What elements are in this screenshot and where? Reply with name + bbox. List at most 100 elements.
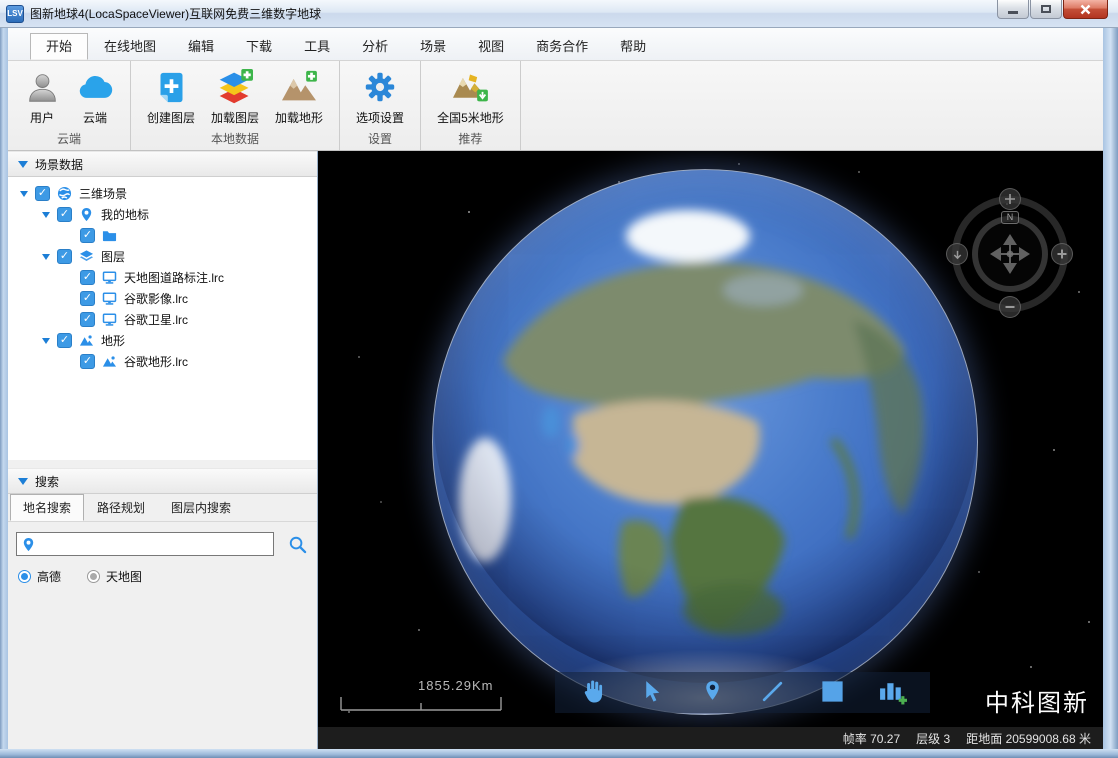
scene-tree: ✓三维场景✓我的地标✓✓图层✓天地图道路标注.lrc✓谷歌影像.lrc✓谷歌卫星…	[8, 177, 317, 460]
radio-label: 高德	[37, 568, 61, 585]
tree-item-label: 地形	[101, 332, 125, 349]
用户-button[interactable]: 用户	[16, 63, 68, 130]
compass-north-badge[interactable]: N	[1001, 211, 1019, 224]
tree-checkbox[interactable]: ✓	[35, 186, 50, 201]
创建图层-button[interactable]: 创建图层	[139, 63, 203, 130]
arrow-down-icon	[952, 249, 963, 260]
map-viewport[interactable]: N 1855.29Km 中科图新	[318, 151, 1103, 727]
globe-icon	[57, 186, 73, 202]
expand-triangle-icon[interactable]	[20, 191, 28, 197]
navigation-compass[interactable]: N	[950, 194, 1070, 314]
search-tab-1[interactable]: 路径规划	[84, 494, 158, 521]
china-terrain-icon	[451, 67, 489, 107]
tree-item[interactable]: ✓谷歌影像.lrc	[8, 288, 317, 309]
minimize-icon	[1008, 11, 1018, 14]
select-cursor-tool-button[interactable]	[633, 675, 673, 711]
tree-checkbox[interactable]: ✓	[57, 333, 72, 348]
选项设置-button[interactable]: 选项设置	[348, 63, 412, 130]
altitude-label: 距地面	[966, 732, 1002, 746]
ribbon-tab-0[interactable]: 开始	[30, 33, 88, 60]
ribbon-group-label: 本地数据	[139, 130, 331, 150]
ribbon-tab-3[interactable]: 下载	[230, 33, 288, 60]
radio-dot	[21, 573, 28, 580]
tree-item[interactable]: ✓我的地标	[8, 204, 317, 225]
tree-item[interactable]: ✓谷歌地形.lrc	[8, 351, 317, 372]
tree-checkbox[interactable]: ✓	[80, 312, 95, 327]
maximize-button[interactable]	[1030, 0, 1062, 19]
search-tab-0[interactable]: 地名搜索	[10, 494, 84, 521]
fps-readout: 帧率 70.27	[843, 730, 900, 747]
expand-triangle-icon[interactable]	[42, 254, 50, 260]
tree-checkbox[interactable]: ✓	[80, 228, 95, 243]
tree-checkbox[interactable]: ✓	[80, 291, 95, 306]
ribbon-tab-4[interactable]: 工具	[288, 33, 346, 60]
ribbon-tab-8[interactable]: 商务合作	[520, 33, 604, 60]
minus-icon	[1004, 301, 1016, 313]
radio-circle-icon	[87, 570, 100, 583]
云端-button[interactable]: 云端	[68, 63, 122, 130]
ribbon-button-label: 加载图层	[211, 109, 259, 126]
ribbon-tab-2[interactable]: 编辑	[172, 33, 230, 60]
hand-tool-button[interactable]	[573, 675, 613, 711]
scene-data-header[interactable]: 场景数据	[8, 151, 317, 177]
search-input-row	[8, 522, 317, 560]
starfield	[318, 151, 320, 153]
search-tab-2[interactable]: 图层内搜索	[158, 494, 244, 521]
tree-item[interactable]: ✓三维场景	[8, 183, 317, 204]
window-border-left	[0, 28, 8, 749]
pan-arrows-icon	[988, 232, 1032, 276]
tree-checkbox[interactable]: ✓	[57, 207, 72, 222]
tree-item[interactable]: ✓ 地形	[8, 330, 317, 351]
search-header[interactable]: 搜索	[8, 468, 317, 494]
compass-left-button[interactable]	[946, 243, 968, 265]
tree-item[interactable]: ✓天地图道路标注.lrc	[8, 267, 317, 288]
tree-item[interactable]: ✓谷歌卫星.lrc	[8, 309, 317, 330]
watermark: 中科图新	[985, 683, 1089, 718]
ribbon-button-label: 云端	[83, 109, 107, 126]
hand-tool-icon	[579, 678, 606, 708]
panel-gap	[8, 460, 317, 468]
compass-top-button[interactable]	[999, 188, 1021, 210]
close-button[interactable]	[1063, 0, 1108, 19]
radio-0[interactable]: 高德	[18, 568, 61, 585]
line-tool-button[interactable]	[752, 675, 792, 711]
tree-checkbox[interactable]: ✓	[80, 354, 95, 369]
terrain-icon	[102, 354, 118, 370]
tree-checkbox[interactable]: ✓	[57, 249, 72, 264]
collapse-triangle-icon[interactable]	[18, 161, 28, 168]
ribbon-tab-6[interactable]: 场景	[404, 33, 462, 60]
tree-item[interactable]: ✓	[8, 225, 317, 246]
ribbon-tab-9[interactable]: 帮助	[604, 33, 662, 60]
search-button[interactable]	[288, 535, 307, 554]
scale-bar	[340, 696, 502, 712]
expand-triangle-icon[interactable]	[42, 212, 50, 218]
compass-zoom-out-button[interactable]	[999, 296, 1021, 318]
compass-zoom-in-button[interactable]	[1051, 243, 1073, 265]
加载图层-button[interactable]: 加载图层	[203, 63, 267, 130]
cloud-icon	[76, 67, 114, 107]
ribbon-group-label: 云端	[16, 130, 122, 150]
stats-tool-button[interactable]	[872, 675, 912, 711]
rectangle-tool-button[interactable]	[812, 675, 852, 711]
expand-triangle-icon[interactable]	[42, 338, 50, 344]
minimize-button[interactable]	[997, 0, 1029, 19]
tree-item[interactable]: ✓图层	[8, 246, 317, 267]
ribbon-tab-5[interactable]: 分析	[346, 33, 404, 60]
earth-globe[interactable]	[432, 169, 978, 715]
ribbon-tab-7[interactable]: 视图	[462, 33, 520, 60]
layers-icon	[79, 249, 95, 265]
collapse-triangle-icon[interactable]	[18, 478, 28, 485]
window-border-bottom	[0, 749, 1118, 758]
placemark-tool-button[interactable]	[693, 675, 733, 711]
加载地形-button[interactable]: 加载地形	[267, 63, 331, 130]
level-readout: 层级 3	[916, 730, 950, 747]
compass-pan-pad[interactable]	[988, 232, 1032, 276]
load-terrain-icon	[280, 67, 318, 107]
ribbon-tab-1[interactable]: 在线地图	[88, 33, 172, 60]
search-tab-bar: 地名搜索路径规划图层内搜索	[8, 494, 317, 522]
window-controls	[996, 0, 1108, 19]
radio-1[interactable]: 天地图	[87, 568, 142, 585]
全国5米地形-button[interactable]: 全国5米地形	[429, 63, 512, 130]
search-input[interactable]	[17, 533, 273, 555]
tree-checkbox[interactable]: ✓	[80, 270, 95, 285]
